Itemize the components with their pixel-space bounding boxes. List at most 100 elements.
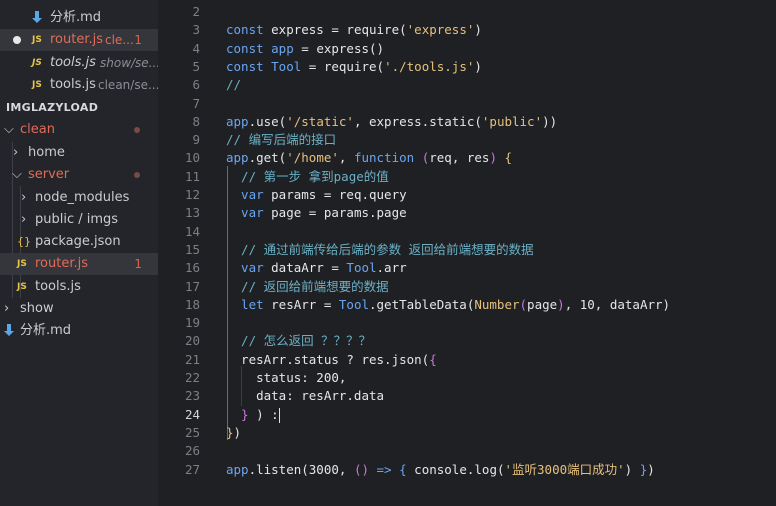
line-number: 15 [184, 241, 200, 257]
code-text: }) [226, 424, 242, 440]
chevron-right-icon: › [4, 301, 10, 316]
markdown-download-icon [4, 324, 14, 336]
line-number: 19 [184, 315, 200, 331]
code-line[interactable]: 15 // 通过前端传给后端的参数 返回给前端想要的数据 [158, 241, 776, 259]
git-modified-dot-icon [134, 172, 140, 178]
line-number: 13 [184, 205, 200, 221]
code-text: resArr.status ? res.json({ [226, 351, 437, 367]
tree-file-package-json[interactable]: {} package.json [0, 231, 158, 253]
code-text: // 返回给前端想要的数据 [226, 278, 389, 294]
file-explorer: 分析.md JS router.js cle... 1 JS tools.js … [0, 0, 158, 506]
code-text: // 怎么返回 ？？？？ [226, 333, 372, 349]
code-line[interactable]: 13 var page = params.page [158, 204, 776, 222]
code-line[interactable]: 11 // 第一步 拿到page的值 [158, 168, 776, 186]
code-line[interactable]: 25}) [158, 424, 776, 442]
code-text: // [226, 77, 242, 93]
code-line[interactable]: 16 var dataArr = Tool.arr [158, 259, 776, 277]
code-editor[interactable]: 2 3 const express = require('express') 4 con… [158, 0, 776, 506]
code-text: const Tool = require('./tools.js') [226, 58, 482, 74]
code-line[interactable]: 2 [158, 3, 776, 21]
open-editor-label: tools.js [50, 77, 96, 92]
code-line[interactable]: 9 // 编写后端的接口 [158, 131, 776, 149]
line-number: 18 [184, 296, 200, 312]
code-line[interactable]: 19 [158, 314, 776, 332]
js-file-icon: JS [17, 282, 27, 292]
line-number: 11 [184, 168, 200, 184]
chevron-right-icon: › [13, 145, 19, 160]
tree-file-router-js[interactable]: JS router.js 1 [0, 253, 158, 275]
open-editor-item-tools-js-clean[interactable]: JS tools.js clean/se... [0, 74, 158, 96]
line-number: 24 [184, 406, 200, 422]
code-text: app.listen(3000, () => { console.log('监听… [226, 461, 655, 477]
text-cursor [278, 407, 280, 423]
code-text: var params = req.query [226, 187, 407, 202]
line-number: 10 [184, 150, 200, 166]
code-line[interactable]: 26 [158, 442, 776, 460]
js-file-icon: JS [17, 259, 27, 269]
problem-count-badge: 1 [134, 33, 142, 47]
tree-label: 分析.md [20, 323, 72, 338]
markdown-download-icon [32, 11, 42, 23]
tree-folder-home[interactable]: › home [0, 142, 158, 164]
code-line[interactable]: 18 let resArr = Tool.getTableData(Number… [158, 296, 776, 314]
tree-folder-node-modules[interactable]: › node_modules [0, 187, 158, 209]
code-line[interactable]: 23 data: resArr.data [158, 387, 776, 405]
js-file-icon: JS [32, 80, 42, 90]
js-file-icon: JS [32, 35, 42, 45]
line-number: 6 [192, 77, 200, 93]
code-text: data: resArr.data [226, 388, 385, 404]
code-line[interactable]: 8 app.use('/static', express.static('publ… [158, 113, 776, 131]
tree-label: package.json [35, 234, 121, 249]
code-line[interactable]: 4 const app = express() [158, 40, 776, 58]
line-number: 16 [184, 260, 200, 276]
js-file-icon: JS [32, 58, 42, 68]
code-line[interactable]: 22 status: 200, [158, 369, 776, 387]
code-line[interactable]: 24 } ) : [158, 406, 776, 424]
tree-label: public / imgs [35, 212, 119, 227]
code-line[interactable]: 3 const express = require('express') [158, 21, 776, 39]
open-editor-label: tools.js [50, 55, 96, 70]
open-editor-item-analysis-md[interactable]: 分析.md [0, 7, 158, 29]
code-line[interactable]: 12 var params = req.query [158, 186, 776, 204]
line-number: 14 [184, 223, 200, 239]
line-number: 20 [184, 333, 200, 349]
line-number: 21 [184, 351, 200, 367]
code-line[interactable]: 21 resArr.status ? res.json({ [158, 351, 776, 369]
code-line[interactable]: 7 [158, 95, 776, 113]
open-editor-desc: clean/se... [98, 78, 158, 92]
chevron-down-icon: ⌵ [12, 167, 22, 182]
line-number: 26 [184, 443, 200, 459]
code-line[interactable]: 20 // 怎么返回 ？？？？ [158, 332, 776, 350]
line-number: 23 [184, 388, 200, 404]
chevron-down-icon: ⌵ [4, 122, 14, 137]
code-line[interactable]: 10 app.get('/home', function (req, res) { [158, 149, 776, 167]
tree-folder-server[interactable]: ⌵ server [0, 164, 158, 186]
code-line[interactable]: 6 // [158, 76, 776, 94]
line-number: 12 [184, 187, 200, 202]
open-editor-item-router-js[interactable]: JS router.js cle... 1 [0, 29, 158, 51]
code-line[interactable]: 17 // 返回给前端想要的数据 [158, 278, 776, 296]
code-line[interactable]: 14 [158, 223, 776, 241]
code-text: const express = require('express') [226, 22, 482, 38]
tree-label: server [28, 167, 70, 182]
code-text: // 第一步 拿到page的值 [226, 168, 389, 184]
line-number: 7 [192, 95, 200, 111]
explorer-section-header[interactable]: IMGLAZYLOAD [0, 97, 158, 119]
tree-folder-public-imgs[interactable]: › public / imgs [0, 209, 158, 231]
open-editor-item-tools-js-show[interactable]: JS tools.js show/se... [0, 52, 158, 74]
tree-label: show [20, 301, 54, 316]
chevron-right-icon: › [21, 190, 27, 205]
code-line[interactable]: 27 app.listen(3000, () => { console.log('… [158, 461, 776, 479]
chevron-right-icon: › [21, 212, 27, 227]
tree-folder-show[interactable]: › show [0, 298, 158, 320]
code-text: app.get('/home', function (req, res) { [226, 150, 513, 166]
code-text: status: 200, [226, 370, 347, 385]
line-number: 17 [184, 278, 200, 294]
code-text: // 通过前端传给后端的参数 返回给前端想要的数据 [226, 241, 534, 257]
code-line[interactable]: 5 const Tool = require('./tools.js') [158, 58, 776, 76]
tree-label: tools.js [35, 279, 81, 294]
tree-file-tools-js[interactable]: JS tools.js [0, 276, 158, 298]
tree-folder-clean[interactable]: ⌵ clean [0, 119, 158, 141]
tree-file-analysis-md[interactable]: 分析.md [0, 320, 158, 342]
tree-label: node_modules [35, 190, 130, 205]
